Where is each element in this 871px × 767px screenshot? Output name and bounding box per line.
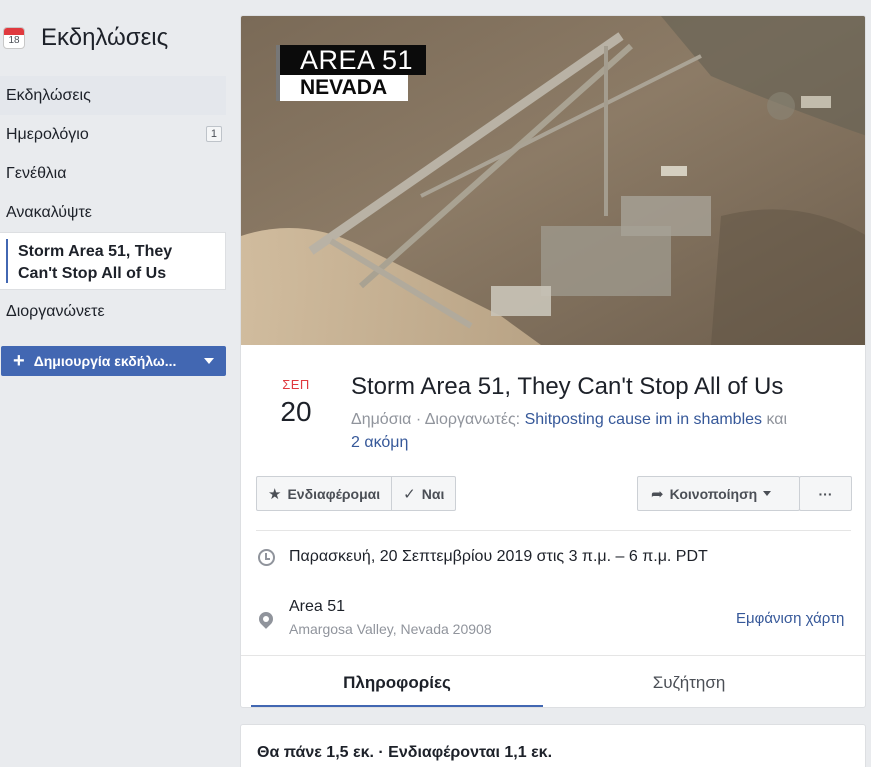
more-options-button[interactable]: ···: [799, 476, 852, 511]
sidebar-item-calendar[interactable]: Ημερολόγιο 1: [0, 115, 228, 154]
divider: [256, 530, 851, 531]
sidebar-title: Εκδηλώσεις: [41, 24, 169, 51]
share-label: Κοινοποίηση: [669, 485, 758, 502]
cover-caption: AREA 51 NEVADA: [276, 45, 426, 101]
sidebar-item-events[interactable]: Εκδηλώσεις: [0, 76, 226, 115]
event-day: 20: [280, 396, 312, 427]
interested-button[interactable]: ★ Ενδιαφέρομαι: [257, 477, 391, 510]
going-label: Ναι: [421, 485, 445, 502]
sidebar-item-organize[interactable]: Διοργανώνετε: [0, 292, 228, 331]
count-badge: 1: [205, 126, 222, 142]
organizer-link[interactable]: Shitposting cause im in shambles: [525, 411, 762, 428]
clock-icon: [258, 549, 275, 566]
location-name[interactable]: Area 51: [289, 598, 345, 616]
event-privacy: Δημόσια: [351, 411, 412, 428]
event-cover-photo: AREA 51 NEVADA: [241, 16, 865, 345]
sidebar-header: 18 Εκδηλώσεις: [0, 0, 228, 76]
tab-about[interactable]: Πληροφορίες: [251, 656, 543, 707]
attendance-stats: Θα πάνε 1,5 εκ. · Ενδιαφέρονται 1,1 εκ.: [257, 744, 553, 761]
calendar-icon: 18: [3, 27, 25, 49]
cover-caption-line1: AREA 51: [276, 45, 426, 75]
check-icon: ✓: [403, 485, 416, 503]
caret-down-icon: [763, 491, 772, 496]
selected-event-line2: Can't Stop All of Us: [18, 265, 167, 282]
rsvp-buttons: ★ Ενδιαφέρομαι ✓ Ναι: [256, 476, 457, 511]
sidebar-item-birthdays[interactable]: Γενέθλια: [0, 154, 228, 193]
sidebar-item-label: Γενέθλια: [6, 164, 67, 182]
event-meta: Δημόσια · Διοργανωτές: Shitposting cause…: [351, 411, 788, 451]
event-month: ΣΕΠ: [282, 377, 310, 392]
interested-label: Ενδιαφέρομαι: [287, 485, 381, 502]
star-icon: ★: [268, 485, 282, 503]
sidebar-item-label: Ανακαλύψτε: [6, 203, 92, 221]
event-title: Storm Area 51, They Can't Stop All of Us: [351, 373, 784, 400]
more-dots-icon: ···: [818, 485, 833, 502]
share-arrow-icon: ➦: [651, 485, 664, 503]
show-map-link[interactable]: Εμφάνιση χάρτη: [736, 610, 844, 627]
location-address: Amargosa Valley, Nevada 20908: [289, 621, 492, 637]
going-button[interactable]: ✓ Ναι: [391, 477, 455, 510]
sidebar: 18 Εκδηλώσεις Εκδηλώσεις Ημερολόγιο 1 Γε…: [0, 0, 228, 767]
caret-down-icon[interactable]: [204, 358, 214, 364]
organizers-label: Διοργανωτές:: [424, 411, 521, 428]
and-more-word: και: [766, 411, 788, 428]
create-event-button[interactable]: + Δημιουργία εκδήλω...: [1, 346, 226, 376]
cover-caption-line2: NEVADA: [276, 75, 408, 101]
attendance-card: Θα πάνε 1,5 εκ. · Ενδιαφέρονται 1,1 εκ.: [240, 724, 866, 767]
sidebar-item-selected-event[interactable]: Storm Area 51, They Can't Stop All of Us: [0, 232, 226, 290]
sidebar-item-label: Ημερολόγιο: [6, 125, 89, 143]
plus-icon: +: [13, 350, 25, 372]
event-datetime: Παρασκευή, 20 Σεπτεμβρίου 2019 στις 3 π.…: [289, 548, 708, 565]
selected-event-line1: Storm Area 51, They: [18, 243, 173, 260]
event-date: ΣΕΠ 20: [269, 377, 323, 428]
create-event-label: Δημιουργία εκδήλω...: [33, 353, 177, 369]
sidebar-item-discover[interactable]: Ανακαλύψτε: [0, 193, 228, 232]
share-button[interactable]: ➦ Κοινοποίηση: [637, 476, 800, 511]
event-card: AREA 51 NEVADA ΣΕΠ 20 Storm Area 51, The…: [240, 15, 866, 708]
more-organizers-link[interactable]: 2 ακόμη: [351, 434, 408, 451]
event-tabs: Πληροφορίες Συζήτηση: [241, 655, 865, 707]
sidebar-item-label: Εκδηλώσεις: [6, 86, 91, 104]
tab-discussion[interactable]: Συζήτηση: [543, 656, 835, 707]
location-pin-icon: [256, 609, 276, 629]
sidebar-item-label: Διοργανώνετε: [6, 302, 105, 320]
